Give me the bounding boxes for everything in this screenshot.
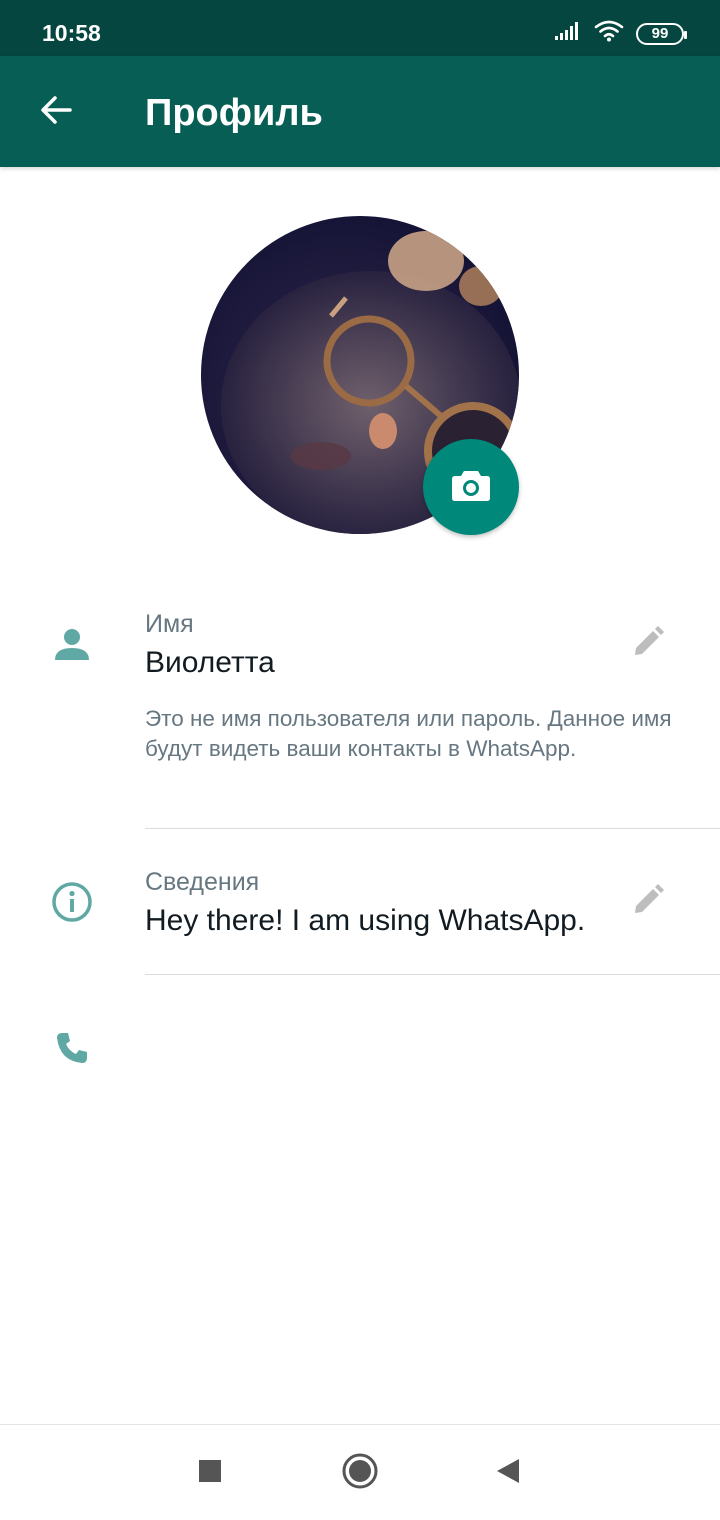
- circle-icon: [342, 1453, 378, 1494]
- status-icons: 99: [554, 20, 687, 47]
- status-time: 10:58: [42, 20, 101, 46]
- page-title: Профиль: [145, 92, 323, 134]
- name-label: Имя: [145, 610, 194, 638]
- recents-button[interactable]: [186, 1449, 234, 1497]
- name-hint: Это не имя пользователя или пароль. Данн…: [145, 706, 672, 761]
- arrow-back-icon: [38, 92, 74, 133]
- app-bar: Профиль: [0, 56, 720, 167]
- phone-icon: [48, 1024, 96, 1072]
- divider: [145, 974, 720, 975]
- edit-about-button[interactable]: [624, 878, 672, 926]
- divider: [145, 828, 720, 829]
- info-icon: [48, 878, 96, 926]
- pencil-icon: [631, 883, 665, 922]
- pencil-icon: [631, 625, 665, 664]
- square-icon: [198, 1459, 222, 1488]
- signal-icon: [554, 21, 582, 46]
- phone-section[interactable]: [0, 1010, 720, 1090]
- system-back-button[interactable]: [484, 1449, 532, 1497]
- about-value[interactable]: Hey there! I am using WhatsApp.: [145, 904, 585, 938]
- name-value[interactable]: Виолетта: [145, 646, 275, 680]
- triangle-back-icon: [495, 1457, 521, 1490]
- status-bar: 10:58 99: [0, 0, 720, 56]
- person-icon: [48, 620, 96, 668]
- system-navigation-bar: [0, 1424, 720, 1520]
- battery-indicator: 99: [636, 22, 687, 45]
- about-section[interactable]: Сведения Hey there! I am using WhatsApp.: [0, 860, 720, 974]
- camera-icon: [450, 467, 492, 508]
- home-button[interactable]: [336, 1449, 384, 1497]
- about-label: Сведения: [145, 868, 260, 896]
- edit-name-button[interactable]: [624, 620, 672, 668]
- name-section: Имя Виолетта Это не имя пользователя или…: [0, 600, 720, 828]
- change-photo-button[interactable]: [423, 439, 519, 535]
- wifi-icon: [594, 20, 624, 47]
- back-button[interactable]: [28, 84, 84, 140]
